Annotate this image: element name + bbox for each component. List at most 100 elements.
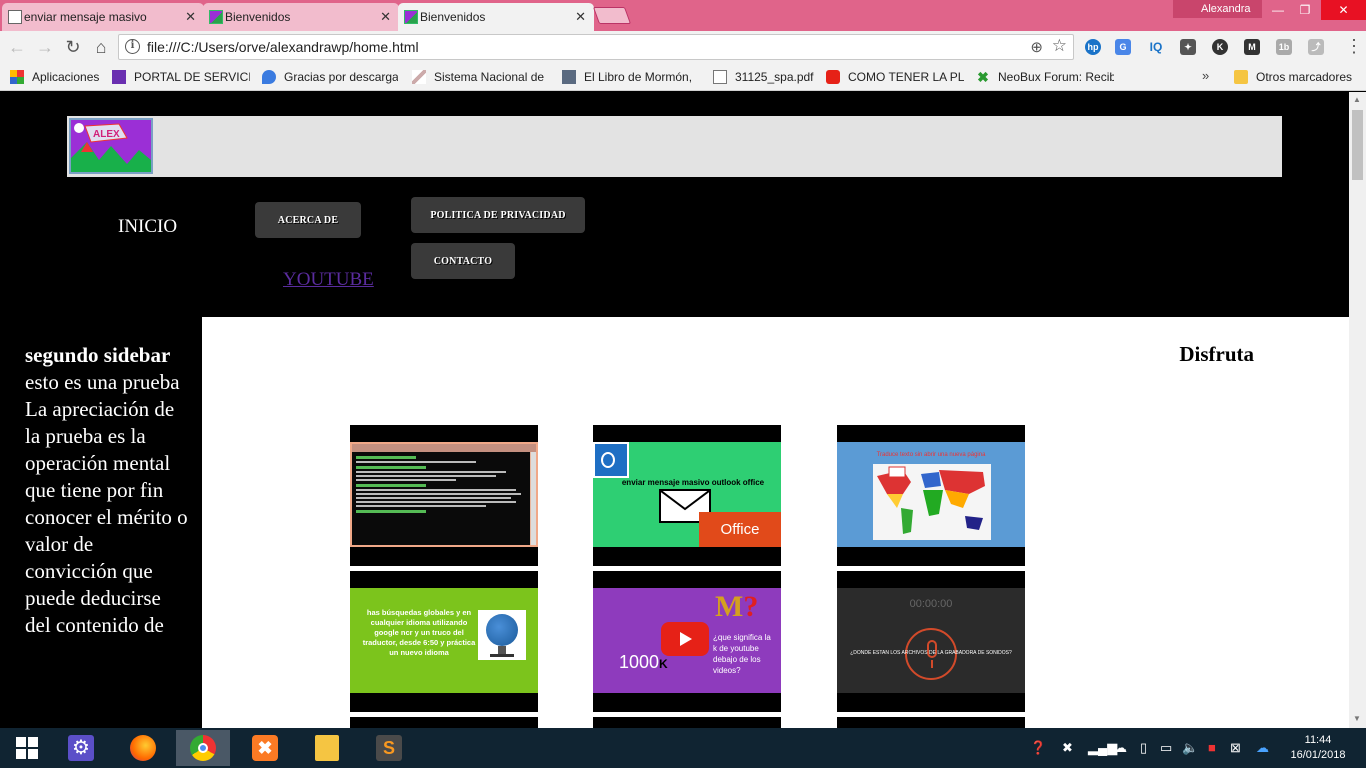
sidebar-body: esto es una prueba La apreciación de la … bbox=[25, 370, 188, 637]
portal-icon bbox=[112, 70, 126, 84]
folder-icon bbox=[1234, 70, 1248, 84]
outlook-icon bbox=[593, 442, 629, 478]
video-thumbnail-outlook[interactable]: enviar mensaje masivo outlook office Off… bbox=[593, 425, 781, 566]
close-icon[interactable]: ✕ bbox=[185, 9, 196, 25]
help-icon[interactable]: ❓ bbox=[1030, 740, 1046, 756]
nav-contacto-button[interactable]: CONTACTO bbox=[411, 243, 515, 279]
bookmarks-overflow-button[interactable]: » bbox=[1202, 68, 1209, 83]
monitor-icon[interactable]: ▭ bbox=[1160, 740, 1172, 756]
globe-icon bbox=[478, 610, 526, 660]
hp-extension-icon[interactable]: hp bbox=[1085, 39, 1101, 55]
1b-extension-icon[interactable]: 1b bbox=[1276, 39, 1292, 55]
bookmark-pdf[interactable]: 31125_spa.pdf bbox=[713, 68, 817, 86]
tab-bienvenidos-1[interactable]: Bienvenidos ✕ bbox=[203, 3, 399, 31]
main-content: Disfruta enviar mensaje masivo outlook o… bbox=[202, 317, 1349, 728]
bookmark-neobux[interactable]: ✖ NeoBux Forum: Recib bbox=[976, 68, 1114, 86]
scroll-up-icon[interactable]: ▲ bbox=[1353, 95, 1361, 104]
bookmark-libro-mormon[interactable]: El Libro de Mormón, bbox=[562, 68, 698, 86]
reload-icon[interactable]: ↻ bbox=[62, 36, 84, 58]
pdf-extension-icon[interactable]: ⤴ bbox=[1308, 39, 1324, 55]
tab-title: Bienvenidos bbox=[420, 10, 486, 24]
nav-inicio-link[interactable]: INICIO bbox=[118, 216, 177, 238]
onedrive-icon[interactable]: ☁ bbox=[1256, 740, 1269, 756]
scrollbar-thumb[interactable] bbox=[1352, 110, 1363, 180]
bookmark-como-tener[interactable]: COMO TENER LA PLA bbox=[826, 68, 964, 86]
antivirus-icon[interactable]: ■ bbox=[1208, 740, 1216, 755]
bookmark-label: El Libro de Mormón, bbox=[584, 70, 693, 84]
m-extension-icon[interactable]: M bbox=[1244, 39, 1260, 55]
video-thumbnail-8[interactable] bbox=[593, 717, 781, 728]
bookmark-sistema-nacional[interactable]: Sistema Nacional de bbox=[412, 68, 548, 86]
tools-extension-icon[interactable]: ✦ bbox=[1180, 39, 1196, 55]
signal-icon[interactable]: ▂▄▆ bbox=[1088, 740, 1117, 756]
bookmark-label: PORTAL DE SERVICIO bbox=[134, 70, 250, 84]
site-header-banner: ALEX bbox=[67, 116, 1282, 177]
system-clock[interactable]: 11:44 16/01/2018 bbox=[1288, 733, 1348, 763]
video-thumbnail-7[interactable] bbox=[350, 717, 538, 728]
apps-grid-icon bbox=[10, 70, 24, 84]
address-bar[interactable]: i file:///C:/Users/orve/alexandrawp/home… bbox=[118, 34, 1074, 60]
video-thumbnail-recorder[interactable]: 00:00:00 ¿DONDE ESTAN LOS ARCHIVOS DE LA… bbox=[837, 571, 1025, 712]
sidebar-title: segundo sidebar bbox=[25, 343, 171, 367]
forward-arrow-icon[interactable]: → bbox=[34, 36, 56, 58]
firefox-taskbar-icon[interactable] bbox=[116, 730, 170, 766]
settings-taskbar-icon[interactable]: ⚙ bbox=[54, 730, 108, 766]
chrome-taskbar-icon[interactable] bbox=[176, 730, 230, 766]
window-close-icon[interactable]: ✕ bbox=[1321, 0, 1366, 20]
iq-extension-icon[interactable]: IQ bbox=[1148, 39, 1164, 55]
video-thumbnail-map[interactable]: Traduce texto sin abrir una nueva página bbox=[837, 425, 1025, 566]
translate-extension-icon[interactable]: G bbox=[1115, 39, 1131, 55]
close-icon[interactable]: ✕ bbox=[575, 9, 586, 25]
volume-icon[interactable]: 🔈 bbox=[1182, 740, 1198, 756]
alex-logo-icon bbox=[209, 10, 223, 24]
bookmark-otros-marcadores[interactable]: Otros marcadores bbox=[1234, 68, 1359, 86]
video-thumbnail-9[interactable] bbox=[837, 717, 1025, 728]
notifications-icon[interactable] bbox=[1350, 730, 1364, 766]
youtube-k-thumbnail: M? 1000K ¿que significa la k de youtube … bbox=[593, 588, 781, 693]
battery-icon[interactable]: ▯ bbox=[1140, 740, 1147, 756]
close-icon[interactable]: ✕ bbox=[380, 9, 391, 25]
video-thumbnail-terminal[interactable] bbox=[350, 425, 538, 566]
video-thumbnail-globe[interactable]: has búsquedas globales y en cualquier id… bbox=[350, 571, 538, 712]
sublime-taskbar-icon[interactable]: S bbox=[362, 730, 416, 766]
home-icon[interactable]: ⌂ bbox=[90, 36, 112, 58]
new-tab-button[interactable] bbox=[592, 7, 632, 24]
nav-politica-button[interactable]: POLITICA DE PRIVACIDAD bbox=[411, 197, 585, 233]
profile-name: Alexandra bbox=[1201, 3, 1251, 15]
restore-icon[interactable]: ❐ bbox=[1290, 0, 1320, 20]
browser-toolbar: ← → ↻ ⌂ i file:///C:/Users/orve/alexandr… bbox=[0, 31, 1366, 63]
menu-icon[interactable]: ⋮ bbox=[1345, 36, 1363, 57]
nav-acerca-button[interactable]: ACERCA DE bbox=[255, 202, 361, 238]
bookmarks-bar: Aplicaciones PORTAL DE SERVICIO Gracias … bbox=[0, 63, 1366, 91]
bookmark-gracias[interactable]: Gracias por descarga bbox=[262, 68, 398, 86]
bookmark-label: Gracias por descarga bbox=[284, 70, 398, 84]
bookmark-aplicaciones[interactable]: Aplicaciones bbox=[10, 68, 105, 86]
bookmark-portal[interactable]: PORTAL DE SERVICIO bbox=[112, 68, 250, 86]
scroll-down-icon[interactable]: ▼ bbox=[1353, 714, 1361, 723]
nav-youtube-link[interactable]: YOUTUBE bbox=[283, 269, 374, 291]
minimize-icon[interactable]: — bbox=[1263, 0, 1293, 20]
network-status-icon[interactable]: ⊠ bbox=[1230, 740, 1241, 756]
outlook-caption: enviar mensaje masivo outlook office bbox=[621, 478, 765, 487]
video-thumbnail-youtube-k[interactable]: M? 1000K ¿que significa la k de youtube … bbox=[593, 571, 781, 712]
windows-taskbar: ⚙ ✖ S ❓ ✖ ▂▄▆ ☁ ▯ ▭ 🔈 ■ ⊠ ☁ 11:44 16/01/… bbox=[0, 728, 1366, 768]
zoom-icon[interactable]: ⊕ bbox=[1030, 38, 1043, 56]
site-logo[interactable]: ALEX bbox=[69, 118, 153, 174]
globe-caption: has búsquedas globales y en cualquier id… bbox=[362, 608, 476, 657]
map-thumbnail: Traduce texto sin abrir una nueva página bbox=[837, 442, 1025, 547]
xampp-taskbar-icon[interactable]: ✖ bbox=[238, 730, 292, 766]
start-button[interactable] bbox=[0, 730, 54, 766]
bookmark-star-icon[interactable]: ☆ bbox=[1052, 36, 1067, 56]
tab-enviar-mensaje[interactable]: enviar mensaje masivo ✕ bbox=[2, 3, 204, 31]
file-explorer-taskbar-icon[interactable] bbox=[300, 730, 354, 766]
tab-bienvenidos-2[interactable]: Bienvenidos ✕ bbox=[398, 3, 594, 31]
back-arrow-icon[interactable]: ← bbox=[6, 36, 28, 58]
youtube-k-caption: ¿que significa la k de youtube debajo de… bbox=[713, 633, 771, 675]
cloud-icon[interactable]: ☁ bbox=[1114, 740, 1127, 756]
world-flags-map bbox=[873, 464, 991, 540]
k-extension-icon[interactable]: K bbox=[1212, 39, 1228, 55]
profile-button[interactable]: Alexandra bbox=[1173, 0, 1262, 18]
page-scrollbar[interactable]: ▲ ▼ bbox=[1349, 92, 1366, 728]
info-icon[interactable]: i bbox=[125, 39, 140, 54]
network-icon[interactable]: ✖ bbox=[1062, 740, 1073, 756]
